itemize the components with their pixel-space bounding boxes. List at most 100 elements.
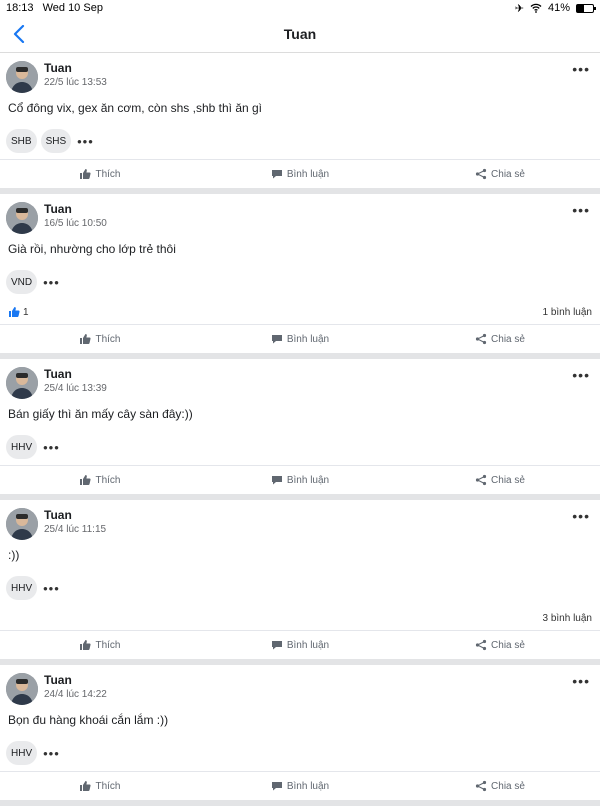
comment-button[interactable]: Bình luận bbox=[200, 333, 400, 345]
comment-button[interactable]: Bình luận bbox=[200, 474, 400, 486]
ticker-tag[interactable]: SHS bbox=[40, 129, 72, 153]
share-icon bbox=[475, 474, 487, 486]
comment-count[interactable]: 1 bình luận bbox=[543, 307, 593, 318]
comment-label: Bình luận bbox=[286, 780, 330, 792]
like-button[interactable]: Thích bbox=[0, 639, 200, 651]
ticker-tag[interactable]: HHV bbox=[6, 576, 38, 600]
thumbs-up-icon bbox=[80, 781, 92, 791]
author-name[interactable]: Tuan bbox=[44, 61, 107, 75]
share-button[interactable]: Chia sẻ bbox=[400, 474, 600, 486]
post-header: Tuan 22/5 lúc 13:53 bbox=[0, 53, 600, 95]
avatar[interactable] bbox=[6, 508, 38, 540]
status-date: Wed 10 Sep bbox=[42, 2, 103, 14]
avatar[interactable] bbox=[6, 367, 38, 399]
comment-label: Bình luận bbox=[286, 474, 330, 486]
tags-more-icon[interactable]: ••• bbox=[43, 440, 60, 455]
tag-row: SHB SHS ••• bbox=[0, 123, 600, 159]
thumbs-up-icon bbox=[80, 640, 92, 650]
action-bar: Thích Bình luận Chia sẻ bbox=[0, 465, 600, 494]
comment-button[interactable]: Bình luận bbox=[200, 639, 400, 651]
author-name[interactable]: Tuan bbox=[44, 367, 107, 381]
share-label: Chia sẻ bbox=[491, 780, 525, 792]
action-bar: Thích Bình luận Chia sẻ bbox=[0, 159, 600, 188]
like-count[interactable]: 1 bbox=[8, 306, 29, 318]
post-card: Tuan 16/5 lúc 10:50 ••• Già rồi, nhường … bbox=[0, 194, 600, 359]
tags-more-icon[interactable]: ••• bbox=[43, 275, 60, 290]
tags-more-icon[interactable]: ••• bbox=[77, 134, 94, 149]
ticker-tag[interactable]: VND bbox=[6, 270, 38, 294]
share-button[interactable]: Chia sẻ bbox=[400, 333, 600, 345]
post-header: Tuan 25/4 lúc 13:39 bbox=[0, 359, 600, 401]
post-time: 25/4 lúc 11:15 bbox=[44, 524, 107, 535]
share-icon bbox=[475, 168, 487, 180]
ticker-tag[interactable]: HHV bbox=[6, 741, 38, 765]
post-header: Tuan 25/4 lúc 11:15 bbox=[0, 500, 600, 542]
more-options-icon[interactable]: ••• bbox=[572, 367, 590, 383]
like-label: Thích bbox=[95, 168, 121, 180]
tags-more-icon[interactable]: ••• bbox=[43, 746, 60, 761]
comment-button[interactable]: Bình luận bbox=[200, 168, 400, 180]
post-time: 16/5 lúc 10:50 bbox=[44, 218, 107, 229]
ticker-tag[interactable]: SHB bbox=[6, 129, 37, 153]
author-name[interactable]: Tuan bbox=[44, 202, 107, 216]
post-meta: Tuan 25/4 lúc 13:39 bbox=[44, 367, 107, 394]
like-button[interactable]: Thích bbox=[0, 333, 200, 345]
post-stats: 3 bình luận bbox=[0, 606, 600, 630]
comment-button[interactable]: Bình luận bbox=[200, 780, 400, 792]
share-label: Chia sẻ bbox=[491, 333, 525, 345]
comment-icon bbox=[271, 782, 282, 791]
post-text: Bọn đu hàng khoái cắn lắm :)) bbox=[8, 713, 169, 727]
thumbs-up-icon bbox=[80, 475, 92, 485]
post-stats: 1 1 bình luận bbox=[0, 300, 600, 324]
action-bar: Thích Bình luận Chia sẻ bbox=[0, 630, 600, 659]
author-name[interactable]: Tuan bbox=[44, 508, 106, 522]
post-time: 22/5 lúc 13:53 bbox=[44, 77, 107, 88]
share-button[interactable]: Chia sẻ bbox=[400, 780, 600, 792]
more-options-icon[interactable]: ••• bbox=[572, 508, 590, 524]
post-card: Tuan 25/4 lúc 11:15 ••• :)) HHV ••• 3 bìn… bbox=[0, 500, 600, 665]
thumbs-up-icon bbox=[9, 307, 20, 317]
share-button[interactable]: Chia sẻ bbox=[400, 639, 600, 651]
post-meta: Tuan 16/5 lúc 10:50 bbox=[44, 202, 107, 229]
back-button[interactable] bbox=[8, 22, 30, 46]
like-button[interactable]: Thích bbox=[0, 780, 200, 792]
comment-label: Bình luận bbox=[286, 639, 330, 651]
post-text: Già rồi, nhường cho lớp trẻ thôi bbox=[8, 242, 176, 256]
share-label: Chia sẻ bbox=[491, 474, 525, 486]
tags-more-icon[interactable]: ••• bbox=[43, 581, 60, 596]
comment-label: Bình luận bbox=[286, 168, 330, 180]
action-bar: Thích Bình luận Chia sẻ bbox=[0, 324, 600, 353]
action-bar: Thích Bình luận Chia sẻ bbox=[0, 771, 600, 800]
like-label: Thích bbox=[95, 780, 121, 792]
avatar[interactable] bbox=[6, 61, 38, 93]
status-bar: 18:13 Wed 10 Sep ✈ 41% bbox=[0, 0, 600, 16]
avatar[interactable] bbox=[6, 673, 38, 705]
ticker-tag[interactable]: HHV bbox=[6, 435, 38, 459]
more-options-icon[interactable]: ••• bbox=[572, 202, 590, 218]
like-button[interactable]: Thích bbox=[0, 474, 200, 486]
comment-label: Bình luận bbox=[286, 333, 330, 345]
tag-row: HHV ••• bbox=[0, 735, 600, 771]
status-left: 18:13 Wed 10 Sep bbox=[6, 2, 109, 14]
comment-count[interactable]: 3 bình luận bbox=[543, 613, 593, 624]
more-options-icon[interactable]: ••• bbox=[572, 61, 590, 77]
thumbs-up-icon bbox=[80, 334, 92, 344]
comment-icon bbox=[271, 335, 282, 344]
author-name[interactable]: Tuan bbox=[44, 673, 107, 687]
like-label: Thích bbox=[95, 474, 121, 486]
share-icon bbox=[475, 780, 487, 792]
more-options-icon[interactable]: ••• bbox=[572, 673, 590, 689]
nav-bar: Tuan bbox=[0, 16, 600, 53]
post-card: Tuan 22/5 lúc 13:53 ••• Cổ đông vix, gex… bbox=[0, 53, 600, 194]
post-card: Tuan 24/4 lúc 14:22 ••• Bọn đu hàng khoá… bbox=[0, 665, 600, 806]
post-divider bbox=[0, 800, 600, 806]
tag-row: HHV ••• bbox=[0, 570, 600, 606]
share-button[interactable]: Chia sẻ bbox=[400, 168, 600, 180]
thumbs-up-icon bbox=[80, 169, 92, 179]
status-right: ✈ 41% bbox=[515, 2, 596, 15]
comment-icon bbox=[271, 476, 282, 485]
like-button[interactable]: Thích bbox=[0, 168, 200, 180]
chevron-left-icon bbox=[13, 25, 25, 43]
tag-row: VND ••• bbox=[0, 264, 600, 300]
avatar[interactable] bbox=[6, 202, 38, 234]
